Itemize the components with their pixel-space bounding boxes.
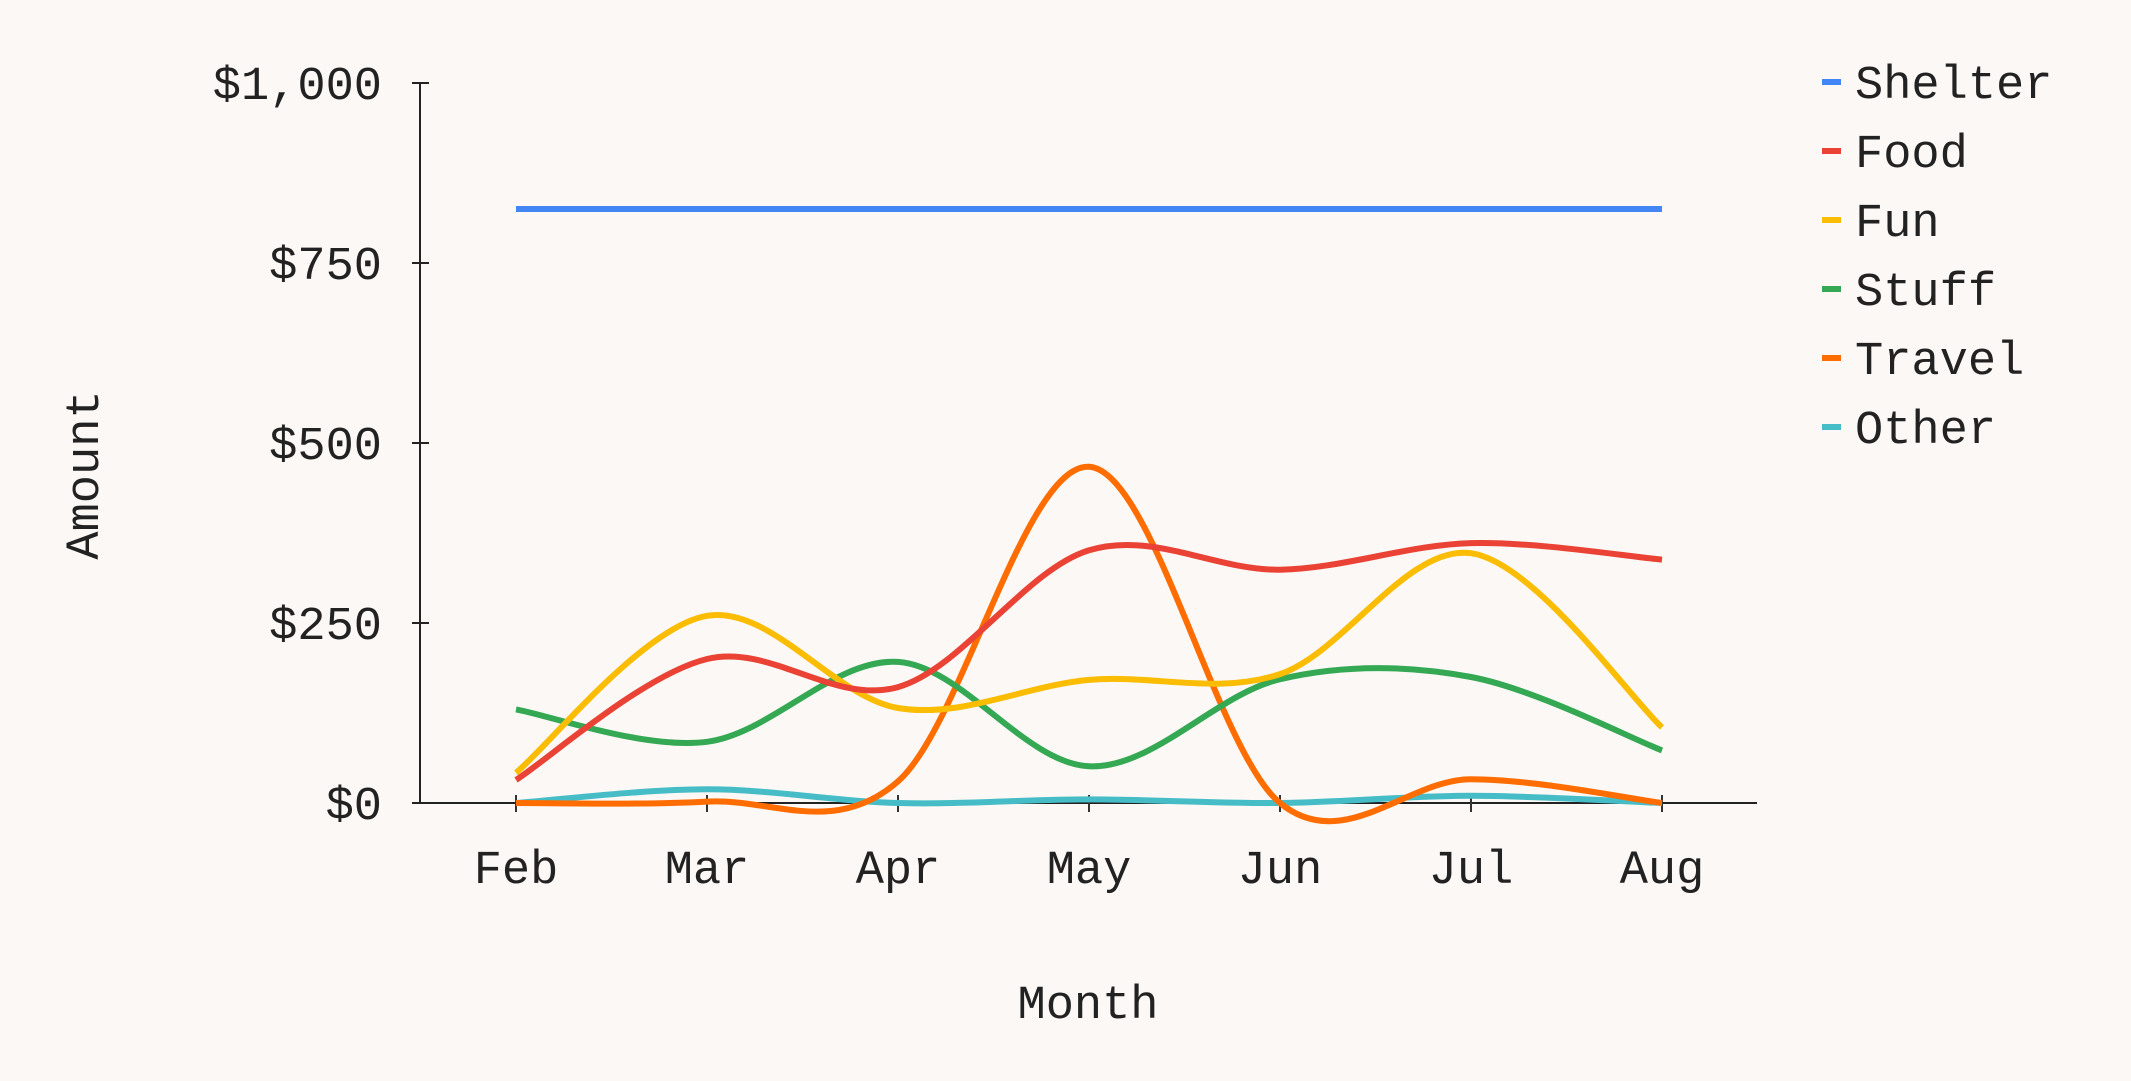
legend-swatch bbox=[1822, 424, 1841, 430]
y-tick-label: $0 bbox=[326, 781, 382, 834]
y-tick-label: $250 bbox=[269, 601, 382, 654]
legend-swatch bbox=[1822, 79, 1841, 85]
y-tick-label: $750 bbox=[269, 241, 382, 294]
y-tick-label: $1,000 bbox=[213, 61, 382, 114]
legend-item-stuff[interactable]: Stuff bbox=[1822, 267, 1996, 320]
legend-item-travel[interactable]: Travel bbox=[1822, 336, 2024, 389]
legend-label: Food bbox=[1855, 129, 1968, 182]
legend-swatch bbox=[1822, 286, 1841, 292]
legend-item-shelter[interactable]: Shelter bbox=[1822, 60, 2052, 113]
x-tick-label: Jul bbox=[1429, 845, 1514, 898]
legend: Shelter Food Fun Stuff Travel Other bbox=[1822, 60, 2052, 458]
legend-swatch bbox=[1822, 148, 1841, 154]
legend-swatch bbox=[1822, 355, 1841, 361]
legend-label: Other bbox=[1855, 405, 1996, 458]
legend-item-food[interactable]: Food bbox=[1822, 129, 1968, 182]
x-tick-label: May bbox=[1047, 845, 1132, 898]
x-axis: Feb Mar Apr May Jun Jul Aug bbox=[412, 795, 1757, 898]
legend-label: Stuff bbox=[1855, 267, 1996, 320]
y-axis: $0 $250 $500 $750 $1,000 bbox=[213, 61, 429, 834]
y-tick-label: $500 bbox=[269, 421, 382, 474]
series-lines bbox=[514, 205, 1665, 825]
y-axis-title: Amount bbox=[60, 390, 113, 559]
x-tick-label: Apr bbox=[856, 845, 941, 898]
legend-swatch bbox=[1822, 217, 1841, 223]
legend-item-other[interactable]: Other bbox=[1822, 405, 1996, 458]
line-chart: $0 $250 $500 $750 $1,000 Feb Mar Apr May Jun Jul A… bbox=[60, 60, 2052, 1033]
legend-label: Travel bbox=[1855, 336, 2024, 389]
x-tick-label: Aug bbox=[1620, 845, 1705, 898]
x-tick-label: Mar bbox=[665, 845, 750, 898]
legend-label: Shelter bbox=[1855, 60, 2052, 113]
legend-item-fun[interactable]: Fun bbox=[1822, 198, 1940, 251]
legend-label: Fun bbox=[1855, 198, 1940, 251]
x-axis-title: Month bbox=[1017, 980, 1158, 1033]
x-tick-label: Jun bbox=[1238, 845, 1323, 898]
x-tick-label: Feb bbox=[474, 845, 559, 898]
